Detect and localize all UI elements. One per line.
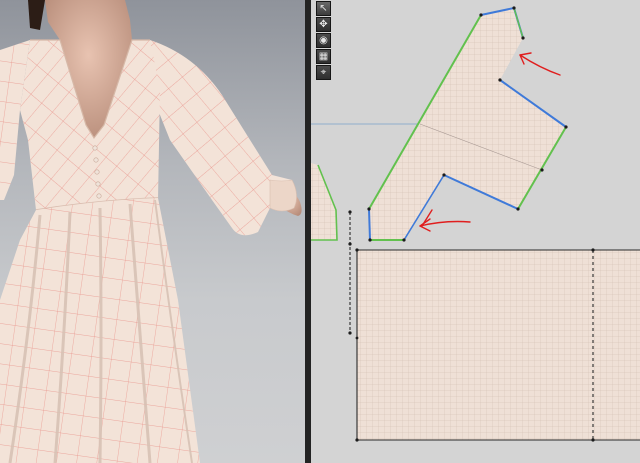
app-window: ↖ ✥ ◉ ▦ ⌖	[0, 0, 640, 463]
sleeve-cuff	[269, 179, 297, 212]
pattern-canvas	[311, 6, 640, 442]
internal-line[interactable]	[348, 210, 352, 335]
pattern-window-2d[interactable]	[311, 0, 640, 463]
select-tool-icon[interactable]: ↖	[316, 1, 331, 16]
pin-tool-icon[interactable]: ⌖	[316, 65, 331, 80]
avatar-render	[0, 0, 302, 463]
hair	[28, 0, 45, 30]
pattern-piece-skirt[interactable]	[355, 248, 640, 442]
texture-tool-icon[interactable]: ▦	[316, 49, 331, 64]
viewport-3d[interactable]	[0, 0, 305, 463]
annotation-arrow-top	[519, 52, 561, 76]
annotation-arrow-bottom	[419, 209, 471, 232]
transform-tool-icon[interactable]: ✥	[316, 17, 331, 32]
pattern-toolbar: ↖ ✥ ◉ ▦ ⌖	[316, 0, 332, 80]
pattern-piece-left[interactable]	[311, 163, 338, 241]
simulation-tool-icon[interactable]: ◉	[316, 33, 331, 48]
